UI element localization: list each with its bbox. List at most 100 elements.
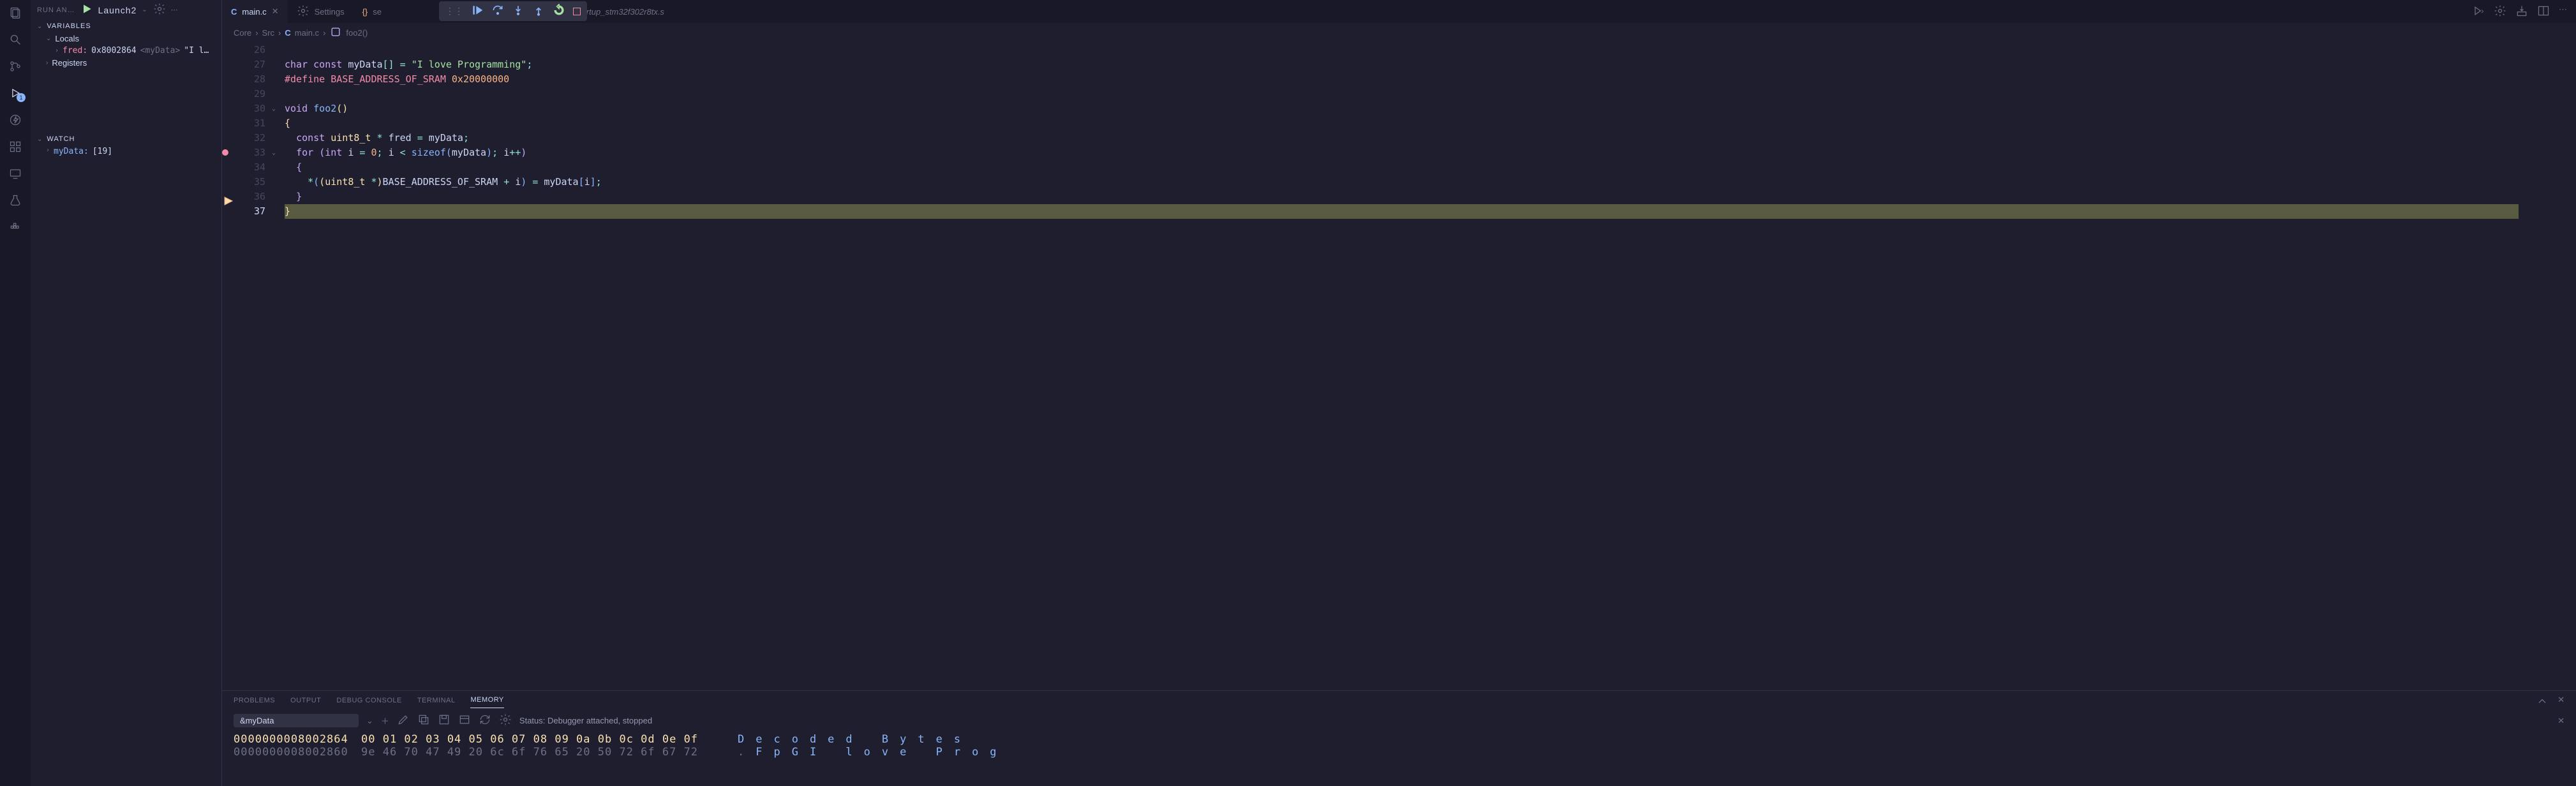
restart-icon[interactable]: [553, 4, 565, 19]
drag-handle-icon[interactable]: ⋮⋮: [445, 6, 463, 17]
download-icon[interactable]: [2515, 4, 2528, 19]
locals-scope[interactable]: ⌄ Locals: [31, 33, 221, 45]
split-editor-icon[interactable]: [2537, 4, 2550, 19]
code-editor[interactable]: 26 27 28 29 30 31 32 33 34 35 36 37 ⌄ ⌄ …: [222, 43, 2576, 690]
stop-icon[interactable]: [573, 8, 581, 15]
tab-terminal[interactable]: TERMINAL: [417, 697, 456, 708]
chevron-down-icon: ⌄: [46, 35, 51, 42]
variable-fred[interactable]: › fred: 0x8002864 <myData> "I l…: [31, 45, 221, 57]
memory-header-decoded: Decoded Bytes: [718, 733, 972, 746]
tab-debug-console[interactable]: DEBUG CONSOLE: [336, 697, 401, 708]
code-content[interactable]: char const myData[] = "I love Programmin…: [285, 43, 2519, 690]
explorer-icon[interactable]: [8, 5, 23, 20]
chevron-right-icon: ›: [278, 28, 281, 38]
debug-sidebar: RUN AN… Launch2 ⌄ ⋯ ⌄ VARIABLES ⌄ Locals…: [31, 0, 222, 786]
breakpoint-gutter[interactable]: [222, 43, 234, 690]
memory-toolbar: ⌄ ＋ Status: Debugger attached, stopped: [222, 709, 2576, 732]
build-icon[interactable]: [2494, 4, 2506, 19]
fold-icon[interactable]: ⌄: [272, 101, 285, 116]
save-icon[interactable]: [438, 713, 450, 728]
line-number: 30: [234, 101, 265, 116]
close-panel-icon[interactable]: ✕: [2557, 695, 2565, 709]
memory-view[interactable]: 0000000008002864 00 01 02 03 04 05 06 07…: [222, 732, 2576, 760]
tab-label-partial: se: [373, 7, 382, 17]
extensions-bolt-icon[interactable]: [8, 112, 23, 128]
instruction-pointer-icon: [222, 195, 234, 209]
breakpoint-marker[interactable]: [222, 149, 228, 156]
watch-label: WATCH: [47, 135, 75, 143]
tab-bar: C main.c ✕ Settings {} se ⋮⋮: [222, 0, 2576, 23]
watch-name: myData:: [54, 147, 89, 156]
more-icon[interactable]: ⋯: [171, 6, 179, 14]
columns-icon[interactable]: [458, 713, 471, 728]
refresh-icon[interactable]: [479, 713, 491, 728]
memory-data-row[interactable]: 0000000008002860 9e 46 70 47 49 20 6c 6f…: [234, 746, 2565, 759]
continue-icon[interactable]: [471, 4, 484, 19]
memory-hex: 9e 46 70 47 49 20 6c 6f 76 65 20 50 72 6…: [361, 746, 718, 759]
line-number: 37: [234, 204, 265, 219]
tab-memory[interactable]: MEMORY: [470, 696, 503, 708]
c-file-icon: C: [231, 7, 237, 17]
testing-icon[interactable]: [8, 193, 23, 208]
maximize-panel-icon[interactable]: [2536, 695, 2549, 709]
tab-settings[interactable]: Settings: [288, 0, 354, 23]
settings-icon[interactable]: [153, 3, 166, 17]
breadcrumb[interactable]: Core › Src › C main.c › foo2(): [222, 23, 2576, 43]
chevron-down-icon[interactable]: ⌄: [366, 716, 373, 726]
debug-icon[interactable]: [8, 85, 23, 101]
memory-expression-input[interactable]: [234, 714, 359, 727]
breadcrumb-file[interactable]: main.c: [295, 28, 319, 38]
watch-section[interactable]: ⌄ WATCH: [31, 133, 221, 145]
extensions-grid-icon[interactable]: [8, 139, 23, 154]
play-icon[interactable]: [80, 3, 93, 17]
close-icon[interactable]: ✕: [272, 6, 279, 17]
line-number: 34: [234, 160, 265, 175]
gear-icon[interactable]: [499, 713, 512, 728]
source-control-icon[interactable]: [8, 59, 23, 74]
copy-icon[interactable]: [417, 713, 430, 728]
search-icon[interactable]: [8, 32, 23, 47]
step-over-icon[interactable]: [491, 4, 504, 19]
tab-output[interactable]: OUTPUT: [290, 697, 321, 708]
var-name: fred:: [63, 46, 87, 56]
chevron-down-icon: ⌄: [37, 136, 43, 143]
title-actions: ⋯: [2472, 4, 2576, 19]
line-number: 29: [234, 87, 265, 101]
fold-icon[interactable]: ⌄: [272, 145, 285, 160]
chevron-right-icon: ›: [323, 28, 325, 38]
breadcrumb-folder[interactable]: Core: [234, 28, 251, 38]
registers-scope[interactable]: › Registers: [31, 57, 221, 69]
line-number: 26: [234, 43, 265, 57]
memory-address: 0000000008002860: [234, 746, 361, 759]
add-icon[interactable]: ＋: [381, 715, 389, 727]
more-icon[interactable]: ⋯: [2559, 4, 2567, 19]
line-number-gutter: 26 27 28 29 30 31 32 33 34 35 36 37: [234, 43, 272, 690]
tab-label: startup_stm32f302r8tx.s: [575, 7, 664, 17]
remote-icon[interactable]: [8, 166, 23, 181]
memory-header-offsets: 00 01 02 03 04 05 06 07 08 09 0a 0b 0c 0…: [361, 733, 718, 746]
step-out-icon[interactable]: [532, 4, 545, 19]
variables-section[interactable]: ⌄ VARIABLES: [31, 20, 221, 33]
run-dropdown-icon[interactable]: [2472, 4, 2485, 19]
memory-decoded: .FpGI love Prog: [718, 746, 1008, 759]
chevron-down-icon[interactable]: ⌄: [142, 6, 147, 13]
close-icon[interactable]: ✕: [2557, 716, 2565, 726]
tab-main-c[interactable]: C main.c ✕: [222, 0, 288, 23]
step-into-icon[interactable]: [512, 4, 525, 19]
tab-json[interactable]: {} se: [354, 0, 391, 23]
c-file-icon: C: [285, 28, 290, 38]
breadcrumb-symbol[interactable]: foo2(): [346, 28, 368, 38]
tab-problems[interactable]: PROBLEMS: [234, 697, 275, 708]
line-number: 27: [234, 57, 265, 72]
fold-gutter[interactable]: ⌄ ⌄: [272, 43, 285, 690]
watch-expression[interactable]: › myData: [19]: [31, 145, 221, 158]
breadcrumb-folder[interactable]: Src: [262, 28, 275, 38]
chevron-right-icon: ›: [55, 47, 59, 54]
chevron-right-icon: ›: [46, 59, 48, 66]
edit-icon[interactable]: [397, 713, 410, 728]
watch-value: [19]: [93, 147, 112, 156]
json-icon: {}: [362, 7, 368, 17]
launch-config-name[interactable]: Launch2: [98, 5, 137, 15]
minimap[interactable]: [2519, 43, 2576, 690]
docker-icon[interactable]: [8, 219, 23, 235]
